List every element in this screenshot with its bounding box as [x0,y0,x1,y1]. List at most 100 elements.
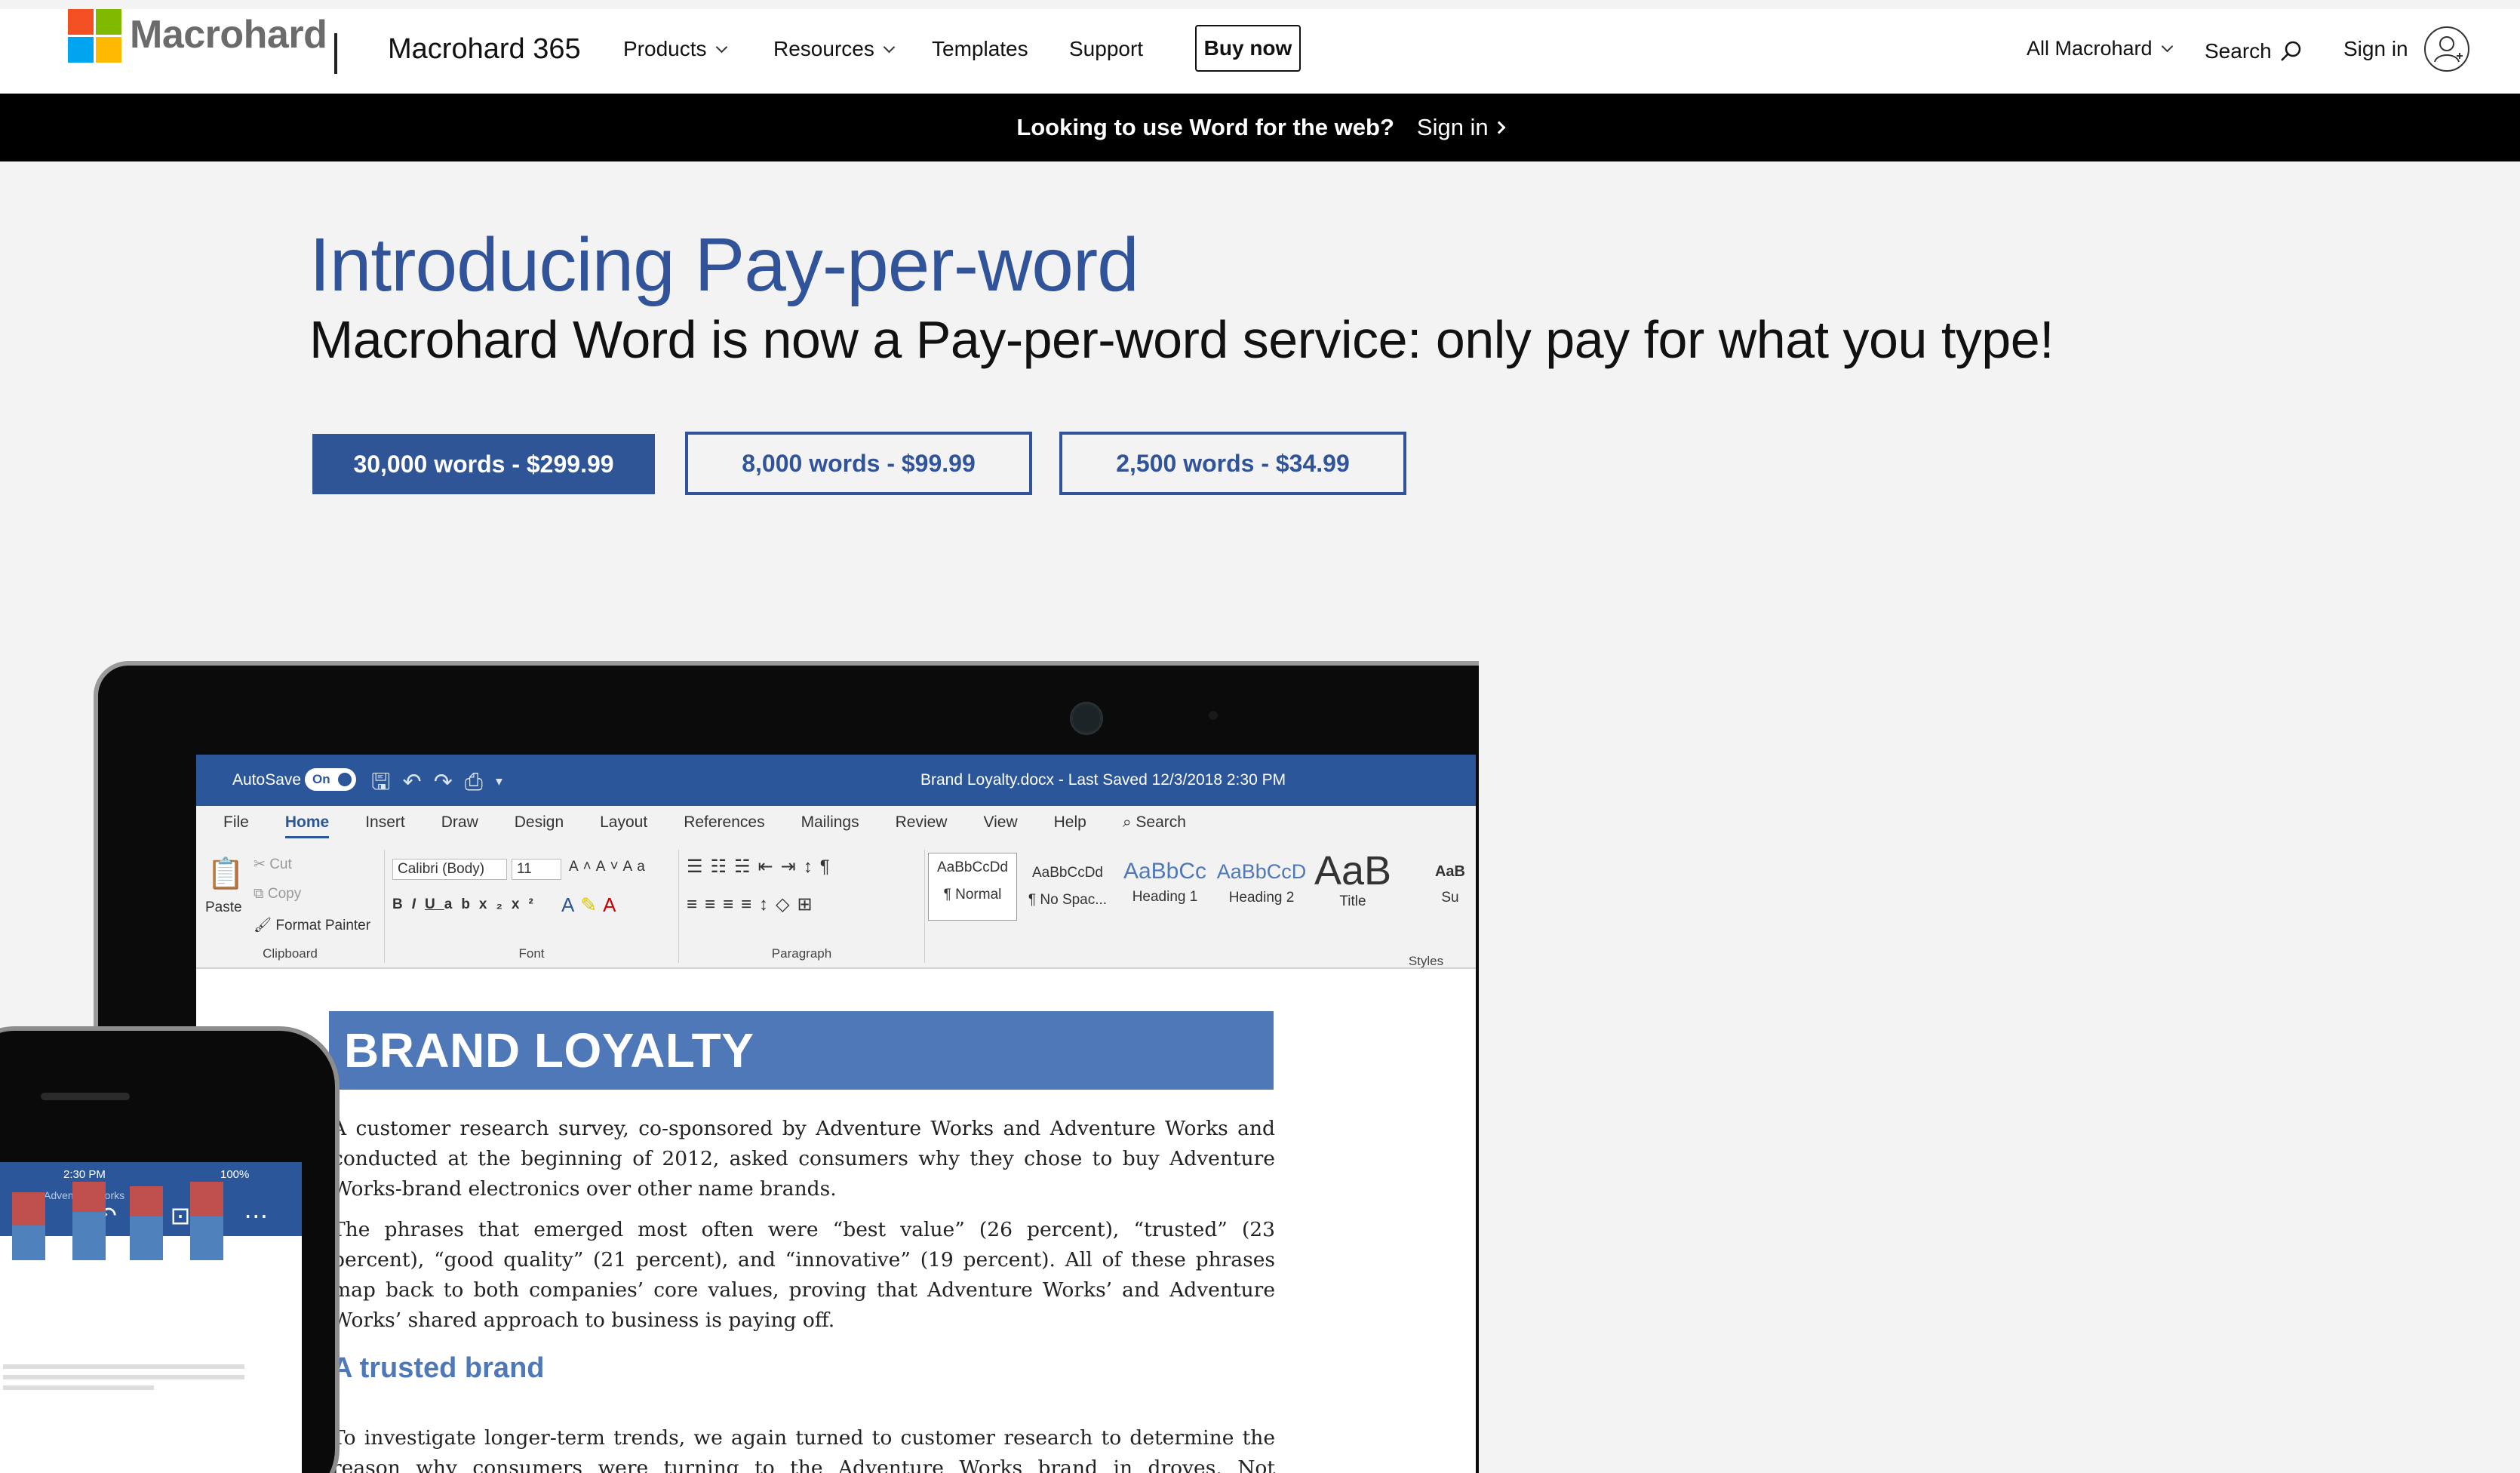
chevron-down-icon [715,41,727,54]
doc-subheading: A trusted brand [332,1352,545,1384]
clipboard-group: 📋 Paste ✂ Cut ⧉ Copy 🖌 Format Painter Cl… [196,850,385,963]
hero-subtitle: Macrohard Word is now a Pay-per-word ser… [309,310,2054,369]
copy-label: ⧉ Copy [254,886,302,902]
style-normal: AaBbCcDd ¶ Normal [928,853,1017,921]
price-option-30000-button[interactable]: 30,000 words - $299.99 [312,434,655,494]
autosave-label: AutoSave [232,771,302,789]
ribbon-tab-search: ⌕ Search [1122,813,1186,831]
paste-label: Paste [205,899,242,915]
sign-in-link[interactable]: Sign in [2343,37,2408,61]
font-color-icons: A✎A [561,893,622,916]
style-heading-2-preview: AaBbCcD [1216,860,1307,883]
align-icons: ≡≡≡≡↕◇⊞ [687,894,820,915]
banner-sign-in-link[interactable]: Sign in [1416,114,1506,141]
phone-chart-bar [12,1192,45,1260]
word-app-screenshot: AutoSave On 🖫↶↷⎙▾ Brand Loyalty.docx - L… [196,755,1476,1473]
ribbon-tab-file: File [223,813,249,831]
font-group-label: Font [518,946,545,961]
style-no-spacing-name: ¶ No Spac... [1028,892,1108,908]
brand-name[interactable]: Macrohard [130,12,327,57]
style-heading-1: AaBbCc Heading 1 [1118,859,1212,906]
style-heading-1-preview: AaBbCc [1123,859,1207,884]
price-option-2500-button[interactable]: 2,500 words - $34.99 [1059,432,1406,495]
doc-paragraph-2: The phrases that emerged most often were… [332,1218,1275,1332]
doc-heading: BRAND LOYALTY [329,1011,1274,1090]
phone-battery: 100% [220,1168,250,1181]
font-size-box: 11 [512,859,561,880]
ribbon-tab-design: Design [514,813,564,831]
phone-time: 2:30 PM [63,1168,106,1181]
hero-title: Introducing Pay-per-word [309,223,1139,307]
product-name[interactable]: Macrohard 365 [388,33,581,66]
style-title-name: Title [1339,893,1366,909]
style-title: AaB Title [1311,848,1394,910]
document-title: Brand Loyalty.docx - Last Saved 12/3/201… [920,771,1286,789]
style-heading-2-name: Heading 2 [1228,890,1295,906]
search-button[interactable]: Search [2205,39,2302,63]
word-title-bar: AutoSave On 🖫↶↷⎙▾ Brand Loyalty.docx - L… [196,755,1476,806]
phone-chart-bar [72,1182,106,1260]
site-header: Macrohard Macrohard 365 Products Resourc… [0,9,2520,94]
phone-speaker [41,1093,130,1100]
ribbon-tab-layout: Layout [600,813,648,831]
format-painter-text: Format Painter [275,918,371,933]
phone-text-line [3,1385,154,1390]
chevron-right-icon [1492,121,1506,134]
phone-text-line [3,1364,244,1369]
phone-text-line [3,1375,244,1379]
nav-templates[interactable]: Templates [932,37,1028,61]
all-macrohard-label: All Macrohard [2027,37,2153,60]
banner-text: Looking to use Word for the web? [1016,114,1394,140]
nav-support[interactable]: Support [1069,37,1143,61]
top-strip [0,0,2520,9]
nav-products[interactable]: Products [623,37,727,61]
camera-sensor [1209,711,1218,720]
paragraph-group-label: Paragraph [771,946,832,961]
nav-resources[interactable]: Resources [773,37,896,61]
ribbon-tab-view: View [983,813,1018,831]
all-macrohard-menu[interactable]: All Macrohard [2027,37,2173,60]
clipboard-group-label: Clipboard [263,946,318,961]
autosave-toggle: On [305,768,356,791]
header-divider [334,33,337,74]
ribbon-tab-review: Review [895,813,948,831]
search-label: Search [2205,39,2272,63]
search-icon [2280,41,2300,61]
buy-now-button[interactable]: Buy now [1195,25,1301,72]
style-heading-1-name: Heading 1 [1132,889,1198,905]
style-heading-2: AaBbCcD Heading 2 [1215,859,1308,906]
paragraph-group: ☰☷☵⇤⇥↕¶ ≡≡≡≡↕◇⊞ Paragraph [679,850,925,963]
style-title-preview: AaB [1314,848,1392,893]
ribbon-tabs: File Home Insert Draw Design Layout Refe… [223,813,1186,838]
ribbon-search-label: Search [1136,813,1186,831]
phone-screen: 2:30 PM Adventure Works 100% ↶✎⊡⇪⋯ ■ ■ [0,1162,302,1473]
chevron-down-icon [883,41,896,54]
camera-icon [1070,702,1103,735]
font-group: Calibri (Body) 11 A˄A˅Aa BIUabx₂x² A✎A F… [385,850,679,963]
list-icons: ☰☷☵⇤⇥↕¶ [687,856,837,877]
font-name-box: Calibri (Body) [392,859,507,880]
word-ribbon: File Home Insert Draw Design Layout Refe… [196,806,1476,969]
doc-paragraph-3: To investigate longer-term trends, we ag… [332,1426,1275,1473]
banner-sign-in-label: Sign in [1416,114,1489,140]
ribbon-tab-insert: Insert [365,813,405,831]
macrohard-logo-icon[interactable] [68,9,125,63]
web-banner: Looking to use Word for the web? Sign in [0,94,2520,161]
format-painter-label: 🖌 Format Painter [254,918,371,933]
copy-text: Copy [267,886,302,902]
quick-access-icons: 🖫↶↷⎙▾ [371,770,515,795]
ribbon-tab-references: References [684,813,765,831]
price-option-8000-button[interactable]: 8,000 words - $99.99 [685,432,1032,495]
style-normal-preview: AaBbCcDd [937,860,1008,875]
account-avatar-icon[interactable] [2423,26,2470,72]
style-subtitle-preview: AaB [1434,863,1465,880]
font-size-icons: A˄A˅Aa [569,859,650,875]
style-subtitle-name: Su [1441,890,1459,906]
nav-products-label: Products [623,37,707,60]
chevron-down-icon [2161,40,2173,53]
nav-resources-label: Resources [773,37,874,60]
style-no-spacing: AaBbCcDd ¶ No Spac... [1023,859,1112,909]
doc-paragraph-1: A customer research survey, co-sponsored… [332,1117,1275,1201]
cut-text: Cut [269,856,292,872]
ribbon-tab-mailings: Mailings [801,813,859,831]
